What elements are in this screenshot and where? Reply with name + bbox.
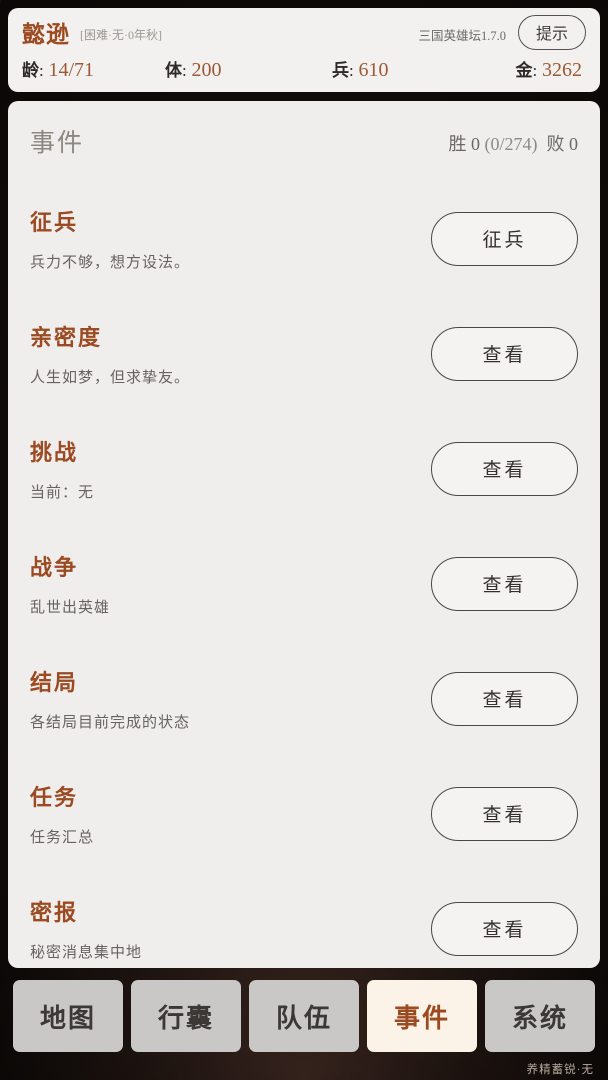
event-row: 挑战 当前：无 查看	[26, 411, 582, 526]
game-version-label: 三国英雄坛1.7.0	[418, 28, 506, 43]
stat-troops-value: 610	[358, 59, 389, 81]
event-description: 各结局目前完成的状态	[30, 715, 191, 731]
event-row: 密报 秘密消息集中地 查看	[26, 871, 582, 968]
nav-item-0[interactable]: 地图	[13, 980, 123, 1052]
stat-age: 龄: 14/71	[22, 56, 147, 82]
event-title: 任务	[30, 785, 79, 810]
app-root: 懿逊 [困难·无·0年秋] 三国英雄坛1.7.0 提示 龄: 14/71 体: …	[0, 0, 608, 1080]
event-title: 亲密度	[30, 325, 103, 350]
loss-count: 0	[569, 134, 578, 154]
event-action-button[interactable]: 查看	[431, 786, 578, 841]
event-list: 征兵 兵力不够，想方设法。 征兵 亲密度 人生如梦，但求挚友。 查看 挑战 当前：无 查看 战争乱…	[26, 163, 582, 968]
nav-item-4[interactable]: 系统	[485, 980, 595, 1052]
event-action-button[interactable]: 查看	[431, 901, 578, 956]
nav-item-1[interactable]: 行囊	[131, 980, 241, 1052]
stat-age-key: 龄	[22, 61, 39, 80]
battle-record: 胜 0 (0/274) 败 0	[449, 130, 579, 159]
page-title: 事件	[30, 130, 85, 157]
event-progress: (0/274)	[484, 134, 538, 154]
player-meta: [困难·无·0年秋]	[80, 28, 162, 42]
panel-header: 事件 胜 0 (0/274) 败 0	[26, 101, 582, 163]
nav-item-3[interactable]: 事件	[367, 980, 477, 1052]
bottom-nav: 地图 行囊 队伍 事件 系统	[8, 968, 600, 1058]
events-panel: 事件 胜 0 (0/274) 败 0 征兵 兵力不够，想方设法。 征兵 亲密度 人生如梦…	[8, 101, 600, 968]
stat-gold-value: 3262	[542, 59, 582, 81]
stat-age-sep: :	[39, 61, 44, 80]
event-text: 结局各结局目前完成的状态	[30, 665, 431, 732]
event-title: 挑战	[30, 440, 79, 465]
nav-item-2[interactable]: 队伍	[249, 980, 359, 1052]
event-action-button[interactable]: 征兵	[431, 211, 578, 266]
event-text: 密报 秘密消息集中地	[30, 895, 431, 962]
event-description: 当前：无	[30, 485, 95, 501]
event-text: 挑战当前：无	[30, 435, 431, 502]
stat-gold-sep: :	[532, 61, 538, 80]
stat-age-value: 14/71	[48, 59, 95, 81]
event-description: 人生如梦，但求挚友。	[30, 370, 191, 386]
loss-label: 败	[546, 134, 565, 154]
event-description: 兵力不够，想方设法。	[30, 255, 191, 271]
event-row: 征兵 兵力不够，想方设法。 征兵	[26, 181, 582, 296]
event-row: 战争 乱世出英雄 查看	[26, 526, 582, 641]
event-action-button[interactable]: 查看	[431, 671, 578, 726]
stat-stamina-key: 体	[165, 61, 182, 80]
event-row: 亲密度 人生如梦，但求挚友。 查看	[26, 296, 582, 411]
stat-troops-sep: :	[349, 61, 354, 80]
event-text: 亲密度人生如梦，但求挚友。	[30, 320, 431, 387]
event-text: 战争 乱世出英雄	[30, 550, 431, 617]
event-action-button[interactable]: 查看	[431, 326, 578, 381]
win-label: 胜	[448, 134, 467, 154]
stat-troops-key: 兵	[332, 61, 349, 80]
event-text: 征兵兵力不够，想方设法。	[30, 205, 431, 272]
event-action-button[interactable]: 查看	[431, 556, 578, 611]
player-name: 懿逊	[22, 22, 70, 47]
stat-stamina: 体: 200	[147, 56, 290, 82]
stat-stamina-sep: :	[182, 61, 187, 80]
event-description: 秘密消息集中地	[30, 945, 143, 961]
event-action-button[interactable]: 查看	[431, 441, 578, 496]
stat-stamina-value: 200	[191, 59, 222, 81]
event-description: 乱世出英雄	[30, 600, 111, 616]
event-title: 密报	[30, 900, 79, 925]
event-title: 结局	[30, 670, 79, 695]
status-note: 养精蓄锐·无	[526, 1064, 594, 1076]
event-title: 战争	[30, 555, 79, 580]
win-count: 0	[471, 134, 480, 154]
status-stats-row: 龄: 14/71 体: 200 兵: 610 金: 3262	[22, 56, 586, 82]
stat-gold: 金: 3262	[457, 56, 582, 82]
event-text: 任务 任务汇总	[30, 780, 431, 847]
stat-gold-key: 金	[515, 61, 533, 80]
event-title: 征兵	[30, 210, 79, 235]
status-card: 懿逊 [困难·无·0年秋] 三国英雄坛1.7.0 提示 龄: 14/71 体: …	[8, 8, 600, 92]
status-card-top-row: 懿逊 [困难·无·0年秋] 三国英雄坛1.7.0 提示	[22, 14, 586, 50]
event-row: 结局 各结局目前完成的状态 查看	[26, 641, 582, 756]
hint-button[interactable]: 提示	[517, 14, 586, 50]
event-description: 任务汇总	[30, 830, 95, 846]
stat-troops: 兵: 610	[290, 56, 457, 82]
event-row: 任务 任务汇总 查看	[26, 756, 582, 871]
